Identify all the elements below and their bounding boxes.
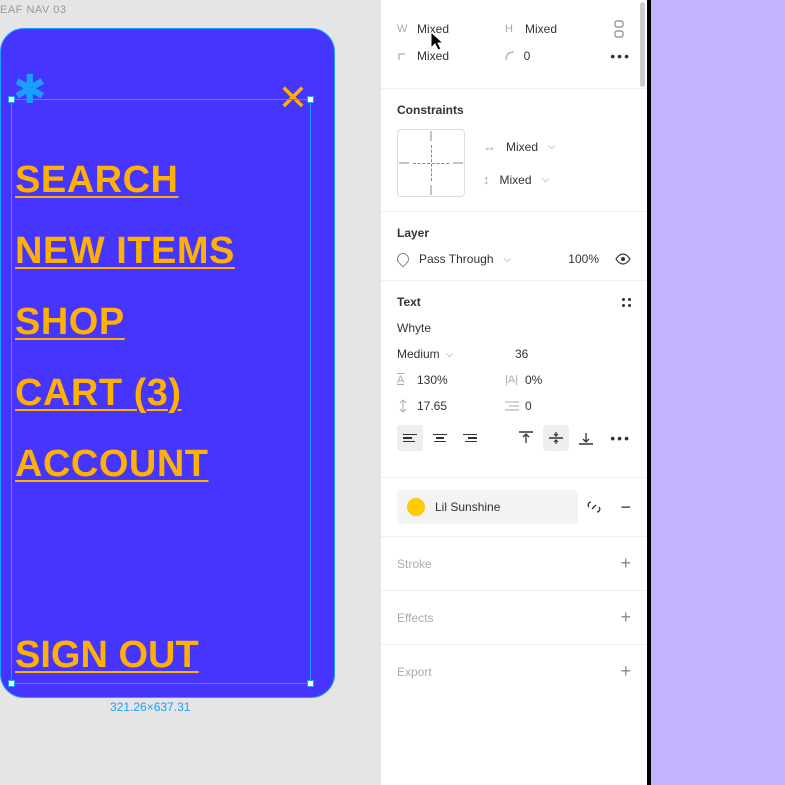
vertical-constraint-value: Mixed <box>500 173 532 187</box>
selection-outline <box>11 99 311 684</box>
constraints-section: Constraints ↔ Mixed ⌵ ↕ <box>381 89 647 212</box>
link-dimensions-icon[interactable] <box>613 20 625 38</box>
paragraph-indent-icon <box>505 400 519 412</box>
align-center-button[interactable] <box>427 425 453 451</box>
layer-title: Layer <box>397 226 631 240</box>
selection-dimensions: 321.26×637.31 <box>110 700 190 714</box>
selection-handle[interactable] <box>307 680 314 687</box>
color-swatch[interactable] <box>407 498 425 516</box>
stroke-section[interactable]: Stroke + <box>381 537 647 591</box>
nav-frame[interactable]: ✱ ✕ SEARCH NEW ITEMS SHOP CART (3) ACCOU… <box>0 28 335 698</box>
detach-style-icon[interactable] <box>586 499 602 515</box>
horizontal-constraint-value: Mixed <box>506 140 538 154</box>
rotation-icon <box>397 50 411 62</box>
more-options-icon[interactable]: ••• <box>610 48 631 64</box>
chevron-down-icon: ⌵ <box>504 254 512 265</box>
align-left-button[interactable] <box>397 425 423 451</box>
chevron-down-icon: ⌵ <box>446 349 454 360</box>
selection-handle[interactable] <box>8 96 15 103</box>
horizontal-arrow-icon: ↔ <box>483 139 496 154</box>
add-effect-icon[interactable]: + <box>620 607 631 628</box>
align-right-button[interactable] <box>457 425 483 451</box>
letter-spacing-value[interactable]: 0% <box>525 373 542 387</box>
scrollbar[interactable] <box>639 0 647 280</box>
letter-spacing-icon: |A| <box>505 374 519 386</box>
text-align-horizontal <box>397 425 483 451</box>
rotation-value[interactable]: Mixed <box>417 49 449 63</box>
paragraph-spacing-icon <box>397 399 411 413</box>
height-value[interactable]: Mixed <box>525 22 557 36</box>
paragraph-spacing-value[interactable]: 17.65 <box>417 399 447 413</box>
constraint-widget[interactable] <box>397 129 465 197</box>
layer-section: Layer Pass Through ⌵ 100% <box>381 212 647 281</box>
opacity-value[interactable]: 100% <box>568 252 599 266</box>
line-height-icon: A <box>397 374 411 386</box>
radius-value[interactable]: 0 <box>524 49 531 63</box>
text-title: Text <box>397 295 421 309</box>
style-options-icon[interactable] <box>622 298 631 307</box>
width-label: W <box>397 23 411 35</box>
chevron-down-icon: ⌵ <box>542 174 550 185</box>
height-label: H <box>505 23 519 35</box>
font-weight-value[interactable]: Medium <box>397 347 440 361</box>
export-title: Export <box>397 665 432 679</box>
chevron-down-icon: ⌵ <box>548 141 556 152</box>
add-stroke-icon[interactable]: + <box>620 553 631 574</box>
color-style-name: Lil Sunshine <box>435 500 500 514</box>
width-value[interactable]: Mixed <box>417 22 449 36</box>
selection-handle[interactable] <box>307 96 314 103</box>
selection-handle[interactable] <box>8 680 15 687</box>
fill-section: Lil Sunshine − <box>381 478 647 537</box>
properties-panel: W Mixed H Mixed Mixed 0 <box>380 0 648 785</box>
design-canvas[interactable]: EAF NAV 03 ✱ ✕ SEARCH NEW ITEMS SHOP CAR… <box>0 0 380 785</box>
export-section[interactable]: Export + <box>381 645 647 698</box>
dimensions-section: W Mixed H Mixed Mixed 0 <box>381 0 647 89</box>
horizontal-constraint-dropdown[interactable]: ↔ Mixed ⌵ <box>483 139 556 154</box>
effects-section[interactable]: Effects + <box>381 591 647 645</box>
vertical-arrow-icon: ↕ <box>483 172 490 187</box>
adjacent-canvas-area[interactable] <box>648 0 785 785</box>
vertical-constraint-dropdown[interactable]: ↕ Mixed ⌵ <box>483 172 556 187</box>
paragraph-indent-value[interactable]: 0 <box>525 399 532 413</box>
remove-fill-icon[interactable]: − <box>620 497 631 518</box>
constraints-title: Constraints <box>397 103 631 117</box>
font-family-value[interactable]: Whyte <box>397 321 431 335</box>
align-bottom-button[interactable] <box>573 425 599 451</box>
align-top-button[interactable] <box>513 425 539 451</box>
effects-title: Effects <box>397 611 433 625</box>
blend-mode-value[interactable]: Pass Through <box>419 252 494 266</box>
visibility-icon[interactable] <box>615 253 631 265</box>
text-align-vertical <box>513 425 599 451</box>
blend-mode-icon <box>395 251 412 268</box>
more-text-options-icon[interactable]: ••• <box>610 430 631 446</box>
fill-style-row[interactable]: Lil Sunshine <box>397 490 578 524</box>
radius-icon <box>504 50 518 62</box>
align-middle-button[interactable] <box>543 425 569 451</box>
text-section: Text Whyte Medium ⌵ 36 A 130% |A| 0% <box>381 281 647 478</box>
line-height-value[interactable]: 130% <box>417 373 448 387</box>
frame-label: EAF NAV 03 <box>0 4 67 16</box>
font-size-value[interactable]: 36 <box>515 347 528 361</box>
scrollbar-thumb[interactable] <box>640 2 645 87</box>
stroke-title: Stroke <box>397 557 432 571</box>
add-export-icon[interactable]: + <box>620 661 631 682</box>
